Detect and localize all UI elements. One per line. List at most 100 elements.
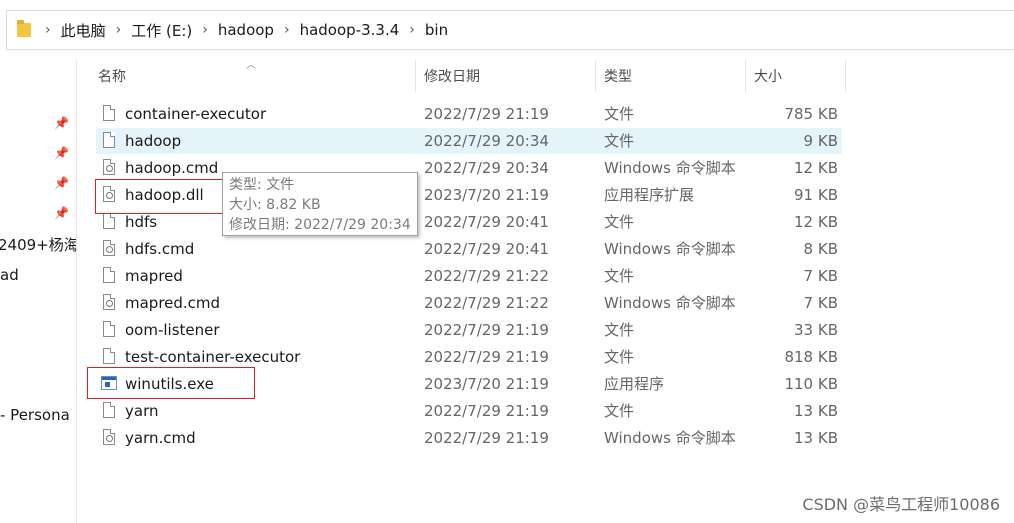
file-type: 文件: [604, 267, 635, 285]
file-size: 13 KB: [794, 402, 838, 420]
file-row[interactable]: container-executor 2022/7/29 21:19 文件 78…: [96, 101, 842, 127]
column-header-size[interactable]: 大小: [746, 60, 846, 92]
nav-item-onedrive-personal[interactable]: - Persona: [0, 406, 70, 424]
cmd-file-icon: [103, 294, 115, 310]
file-size: 7 KB: [803, 294, 838, 312]
file-date: 2022/7/29 21:22: [424, 294, 549, 312]
file-type: 文件: [604, 348, 635, 366]
file-type: Windows 命令脚本: [604, 159, 736, 177]
file-icon: [103, 321, 115, 337]
file-icon: [103, 132, 115, 148]
file-size: 9 KB: [803, 132, 838, 150]
file-icon: [103, 105, 115, 121]
file-size: 91 KB: [794, 186, 838, 204]
cmd-file-icon: [103, 429, 115, 445]
file-size: 110 KB: [784, 375, 838, 393]
file-row[interactable]: mapred.cmd 2022/7/29 21:22 Windows 命令脚本 …: [96, 290, 842, 316]
file-name: container-executor: [125, 105, 267, 123]
cmd-file-icon: [103, 240, 115, 256]
column-header-date-label: 修改日期: [424, 69, 480, 85]
file-icon: [103, 348, 115, 364]
file-type: Windows 命令脚本: [604, 240, 736, 258]
file-row[interactable]: hdfs.cmd 2022/7/29 20:41 Windows 命令脚本 8 …: [96, 236, 842, 262]
file-name: hadoop: [125, 132, 182, 150]
file-date: 2023/7/20 21:19: [424, 375, 549, 393]
file-row[interactable]: hadoop 2022/7/29 20:34 文件 9 KB: [96, 128, 842, 154]
file-name: yarn: [125, 402, 159, 420]
breadcrumb-hadoop-version[interactable]: hadoop-3.3.4: [300, 21, 400, 39]
nav-item-user-folder[interactable]: 2409+杨海: [0, 234, 76, 255]
pin-icon[interactable]: 📌: [54, 206, 69, 220]
file-name: mapred.cmd: [125, 294, 221, 312]
file-name: hdfs.cmd: [125, 240, 195, 258]
folder-icon: [17, 20, 31, 37]
file-type: Windows 命令脚本: [604, 429, 736, 447]
file-type: 文件: [604, 321, 635, 339]
breadcrumb-this-pc[interactable]: 此电脑: [61, 20, 106, 41]
highlight-box-winutils-exe: [87, 367, 255, 399]
file-date: 2022/7/29 20:34: [424, 159, 549, 177]
file-size: 33 KB: [794, 321, 838, 339]
tooltip-size: 大小: 8.82 KB: [229, 197, 321, 213]
file-row[interactable]: mapred 2022/7/29 21:22 文件 7 KB: [96, 263, 842, 289]
file-size: 7 KB: [803, 267, 838, 285]
file-size: 8 KB: [803, 240, 838, 258]
file-type: 文件: [604, 402, 635, 420]
file-name: yarn.cmd: [125, 429, 196, 447]
address-bar-area: › 此电脑 › 工作 (E:) › hadoop › hadoop-3.3.4 …: [0, 0, 1014, 60]
file-type: 文件: [604, 132, 635, 150]
column-header-date[interactable]: 修改日期: [416, 60, 596, 92]
file-name: mapred: [125, 267, 183, 285]
file-date: 2022/7/29 20:34: [424, 132, 549, 150]
pin-icon[interactable]: 📌: [54, 176, 69, 190]
pin-icon[interactable]: 📌: [54, 146, 69, 160]
pin-icon[interactable]: 📌: [54, 116, 69, 130]
file-row[interactable]: yarn.cmd 2022/7/29 21:19 Windows 命令脚本 13…: [96, 425, 842, 451]
breadcrumb-drive-e[interactable]: 工作 (E:): [131, 20, 192, 41]
file-info-tooltip: 类型: 文件 大小: 8.82 KB 修改日期: 2022/7/29 20:34: [222, 172, 418, 236]
file-name: hadoop.cmd: [125, 159, 219, 177]
watermark-text: CSDN @菜鸟工程师10086: [802, 495, 1000, 514]
chevron-right-icon[interactable]: ›: [202, 22, 208, 38]
file-date: 2022/7/29 21:19: [424, 321, 549, 339]
file-row[interactable]: hadoop.cmd 2022/7/29 20:34 Windows 命令脚本 …: [96, 155, 842, 181]
tooltip-type: 类型: 文件: [229, 177, 295, 193]
breadcrumb-hadoop[interactable]: hadoop: [218, 21, 274, 39]
column-header-type[interactable]: 类型: [596, 60, 746, 92]
file-date: 2022/7/29 20:41: [424, 213, 549, 231]
chevron-right-icon[interactable]: ›: [409, 22, 415, 38]
file-size: 13 KB: [794, 429, 838, 447]
cmd-file-icon: [103, 159, 115, 175]
file-name: oom-listener: [125, 321, 220, 339]
file-size: 12 KB: [794, 213, 838, 231]
navigation-pane[interactable]: 📌 📌 📌 📌 2409+杨海 ad - Persona: [0, 60, 77, 523]
breadcrumb-bin[interactable]: bin: [425, 21, 448, 39]
file-row[interactable]: oom-listener 2022/7/29 21:19 文件 33 KB: [96, 317, 842, 343]
file-icon: [103, 402, 115, 418]
column-header-name[interactable]: 名称: [90, 60, 416, 92]
file-date: 2022/7/29 21:19: [424, 429, 549, 447]
file-date: 2022/7/29 20:41: [424, 240, 549, 258]
chevron-right-icon[interactable]: ›: [284, 22, 290, 38]
file-size: 12 KB: [794, 159, 838, 177]
highlight-box-hadoop-dll: [95, 179, 223, 214]
column-header-size-label: 大小: [754, 69, 782, 85]
chevron-right-icon[interactable]: ›: [116, 22, 122, 38]
file-type: Windows 命令脚本: [604, 294, 736, 312]
column-header-type-label: 类型: [604, 69, 632, 85]
file-row[interactable]: yarn 2022/7/29 21:19 文件 13 KB: [96, 398, 842, 424]
file-icon: [103, 267, 115, 283]
file-type: 应用程序扩展: [604, 186, 695, 204]
file-date: 2022/7/29 21:19: [424, 105, 549, 123]
file-type: 文件: [604, 213, 635, 231]
chevron-right-icon[interactable]: ›: [45, 22, 51, 38]
nav-item-download[interactable]: ad: [0, 266, 19, 284]
file-date: 2023/7/20 21:19: [424, 186, 549, 204]
column-header-name-label: 名称: [98, 69, 126, 85]
file-type: 应用程序: [604, 375, 665, 393]
file-icon: [103, 213, 115, 229]
file-date: 2022/7/29 21:22: [424, 267, 549, 285]
file-type: 文件: [604, 105, 635, 123]
file-date: 2022/7/29 21:19: [424, 402, 549, 420]
address-bar[interactable]: › 此电脑 › 工作 (E:) › hadoop › hadoop-3.3.4 …: [6, 10, 1014, 50]
